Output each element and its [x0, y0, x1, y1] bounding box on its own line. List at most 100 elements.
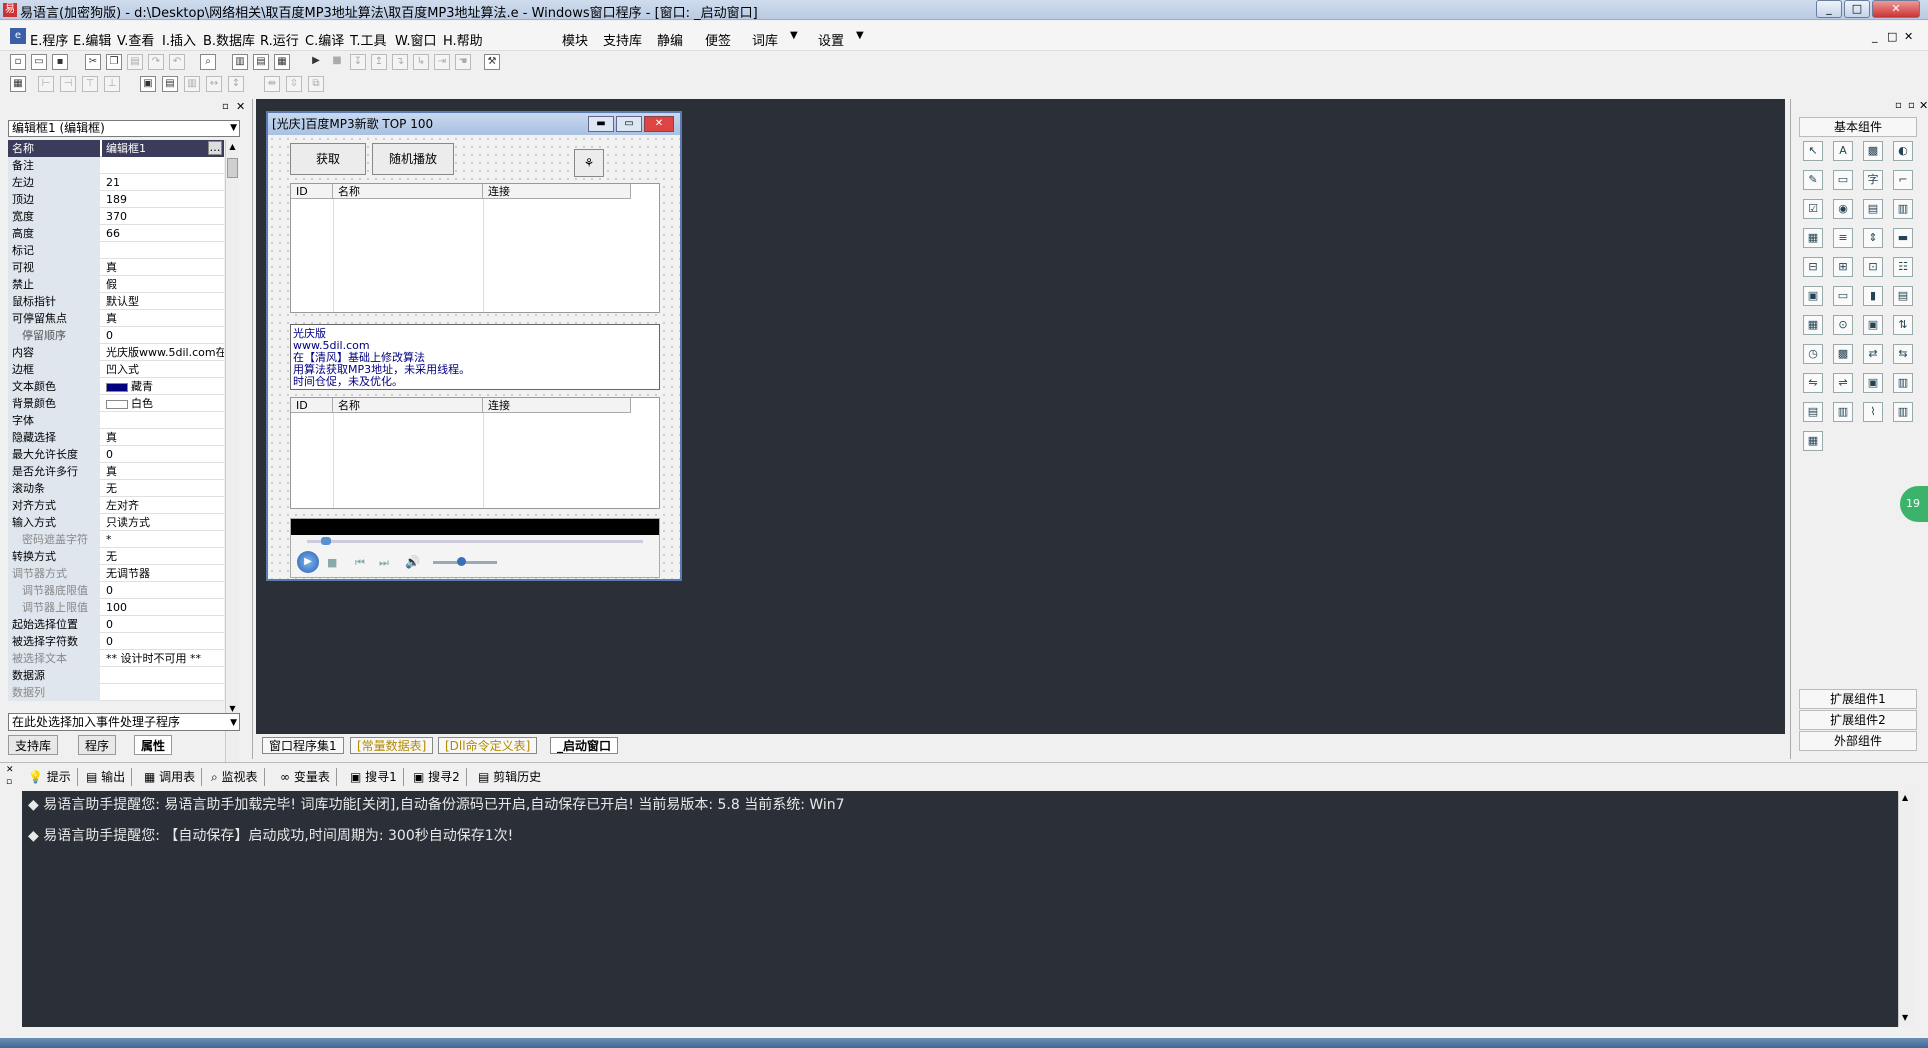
component-tool-icon[interactable]: ⇋: [1803, 373, 1823, 393]
property-row[interactable]: 左边 21: [8, 174, 224, 191]
property-value[interactable]: 藏青: [102, 378, 224, 395]
component-tool-icon[interactable]: ▩: [1863, 141, 1883, 161]
component-tool-icon[interactable]: ⇄: [1863, 344, 1883, 364]
component-tool-icon[interactable]: ⌐: [1893, 170, 1913, 190]
menu-run[interactable]: R.运行: [260, 30, 299, 49]
property-value[interactable]: 真: [102, 463, 224, 480]
tab-startup-window[interactable]: _启动窗口: [550, 737, 619, 754]
cut-icon[interactable]: ✂: [85, 54, 101, 70]
chevron-down-icon[interactable]: ▼: [230, 715, 237, 731]
find-icon[interactable]: ⌕: [200, 54, 216, 70]
menu-lexicon[interactable]: 词库: [752, 30, 778, 49]
volume-thumb[interactable]: [457, 557, 466, 566]
property-value[interactable]: [102, 412, 224, 429]
panel-restore-icon[interactable]: ▫: [1908, 100, 1915, 111]
property-row[interactable]: 数据列: [8, 684, 224, 701]
property-row[interactable]: 边框 凹入式: [8, 361, 224, 378]
same-size-icon[interactable]: ▣: [140, 76, 156, 92]
menu-notes[interactable]: 便签: [705, 30, 731, 49]
property-row[interactable]: 对齐方式 左对齐: [8, 497, 224, 514]
property-row[interactable]: 隐藏选择真: [8, 429, 224, 446]
property-value[interactable]: [102, 157, 224, 174]
tab-clip-history[interactable]: ▤ 剪辑历史: [478, 768, 547, 786]
property-value[interactable]: 370: [102, 208, 224, 225]
component-tool-icon[interactable]: ▥: [1833, 402, 1853, 422]
property-value[interactable]: *: [102, 531, 224, 548]
space-v-icon[interactable]: ↕: [228, 76, 244, 92]
menu-edit[interactable]: E.编辑: [73, 30, 111, 49]
property-value[interactable]: 默认型: [102, 293, 224, 310]
save-icon[interactable]: ▪: [52, 54, 68, 70]
property-value[interactable]: 189: [102, 191, 224, 208]
property-value[interactable]: 无: [102, 548, 224, 565]
step2-icon[interactable]: ↥: [371, 54, 387, 70]
property-row[interactable]: 背景颜色 白色: [8, 395, 224, 412]
component-tool-icon[interactable]: ▣: [1863, 373, 1883, 393]
close-button[interactable]: ✕: [1872, 0, 1920, 18]
component-tool-icon[interactable]: ▥: [1893, 199, 1913, 219]
col-id-header[interactable]: ID: [291, 398, 333, 413]
same-width-icon[interactable]: ▤: [162, 76, 178, 92]
fetch-button[interactable]: 获取: [290, 143, 366, 175]
component-tool-icon[interactable]: 字: [1863, 170, 1883, 190]
output-scrollbar[interactable]: ▲ ▼: [1898, 791, 1914, 1027]
run-icon[interactable]: ▶: [308, 54, 324, 70]
menu-insert[interactable]: I.插入: [162, 30, 196, 49]
col-link-header[interactable]: 连接: [483, 184, 631, 199]
property-value[interactable]: 真: [102, 259, 224, 276]
center-v-icon[interactable]: ⇳: [286, 76, 302, 92]
song-list-bottom[interactable]: ID 名称 连接: [290, 397, 660, 509]
component-tool-icon[interactable]: ▦: [1803, 431, 1823, 451]
property-value[interactable]: 无: [102, 480, 224, 497]
panel-pin-icon[interactable]: ▫: [1895, 100, 1902, 111]
settings-dropdown-icon[interactable]: ▼: [856, 30, 864, 41]
property-row[interactable]: 备注: [8, 157, 224, 174]
ext-components-2[interactable]: 扩展组件2: [1799, 710, 1917, 730]
tab-support-lib[interactable]: 支持库: [8, 735, 59, 755]
component-tool-icon[interactable]: ≡: [1833, 228, 1853, 248]
property-value[interactable]: 光庆版www.5dil.com在: [102, 344, 224, 361]
property-value[interactable]: 左对齐: [102, 497, 224, 514]
step5-icon[interactable]: ⇥: [434, 54, 450, 70]
tab-hint[interactable]: 💡 提示: [28, 768, 78, 786]
col-id-header[interactable]: ID: [291, 184, 333, 199]
menu-view[interactable]: V.查看: [117, 30, 154, 49]
form-maximize-icon[interactable]: ▭: [616, 116, 642, 132]
property-row[interactable]: 可视真: [8, 259, 224, 276]
component-tool-icon[interactable]: ▦: [1803, 228, 1823, 248]
col-link-header[interactable]: 连接: [483, 398, 631, 413]
component-tool-icon[interactable]: ▩: [1833, 344, 1853, 364]
tab-dll-table[interactable]: [Dll命令定义表]: [438, 737, 538, 754]
property-row[interactable]: 可停留焦点真: [8, 310, 224, 327]
menu-window[interactable]: W.窗口: [395, 30, 437, 49]
chevron-down-icon[interactable]: ▼: [230, 121, 237, 136]
ext-components-1[interactable]: 扩展组件1: [1799, 689, 1917, 709]
panel-close-icon[interactable]: ✕: [1919, 99, 1928, 112]
media-player[interactable]: ▶ ■ ⏮ ⏭ 🔊: [290, 518, 660, 578]
form-minimize-icon[interactable]: ▬: [588, 116, 614, 132]
layout1-icon[interactable]: ▥: [232, 54, 248, 70]
tab-search1[interactable]: ▣ 搜寻1: [350, 768, 404, 786]
dock-icon[interactable]: ▫: [6, 777, 12, 787]
property-value[interactable]: [102, 667, 224, 684]
property-row[interactable]: 禁止假: [8, 276, 224, 293]
form-window[interactable]: [光庆]百度MP3新歌 TOP 100 ▬ ▭ ✕ 获取 随机播放 ⚘ ID 名…: [266, 111, 682, 581]
property-row[interactable]: 调节器底限值 0: [8, 582, 224, 599]
scroll-up-icon[interactable]: ▲: [1902, 793, 1908, 802]
component-tool-icon[interactable]: ◷: [1803, 344, 1823, 364]
property-row[interactable]: 滚动条无: [8, 480, 224, 497]
new-file-icon[interactable]: ▫: [10, 54, 26, 70]
property-row[interactable]: 被选择字符数 0: [8, 633, 224, 650]
component-tool-icon[interactable]: ☷: [1893, 257, 1913, 277]
property-value[interactable]: [102, 242, 224, 259]
doc-icon[interactable]: e: [10, 28, 26, 44]
step3-icon[interactable]: ↴: [392, 54, 408, 70]
open-file-icon[interactable]: ▭: [31, 54, 47, 70]
stop-icon[interactable]: ■: [327, 556, 337, 569]
col-name-header[interactable]: 名称: [333, 184, 483, 199]
next-icon[interactable]: ⏭: [379, 556, 389, 570]
ellipsis-button[interactable]: …: [208, 141, 222, 155]
paste-icon[interactable]: ▤: [127, 54, 143, 70]
tab-window-program-set[interactable]: 窗口程序集1: [262, 737, 344, 754]
undo-icon[interactable]: ↶: [169, 54, 185, 70]
